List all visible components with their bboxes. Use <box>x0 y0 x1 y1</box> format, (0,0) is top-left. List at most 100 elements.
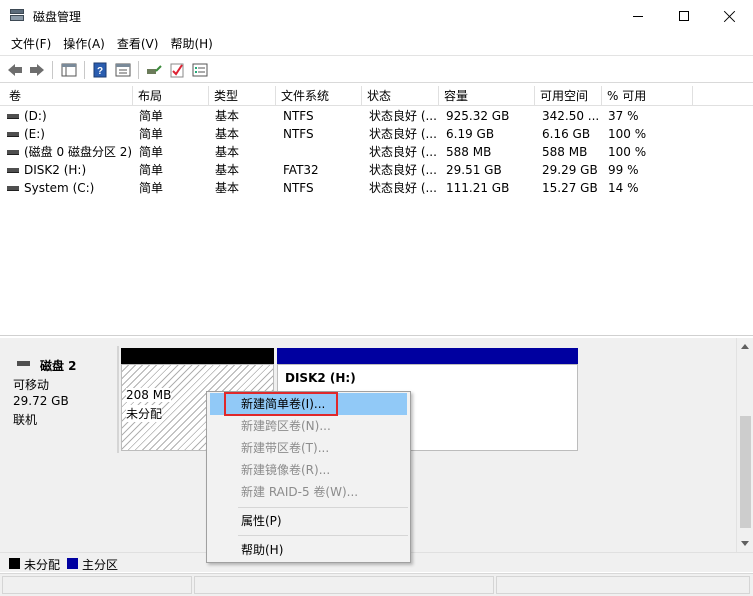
column-header-free[interactable]: 可用空间 <box>535 86 602 106</box>
table-row[interactable]: DISK2 (H:) 简单 基本 FAT32 状态良好 (... 29.51 G… <box>0 161 753 179</box>
back-icon[interactable] <box>6 61 24 79</box>
menu-help[interactable]: 帮助(H) <box>164 32 218 54</box>
cell-status: 状态良好 (... <box>369 109 437 123</box>
cell-percent-free: 37 % <box>608 109 639 123</box>
cell-layout: 简单 <box>139 145 164 159</box>
vertical-scrollbar[interactable] <box>736 338 753 552</box>
disk-kind: 可移动 <box>13 378 50 392</box>
menu-item-help[interactable]: 帮助(H) <box>210 539 407 561</box>
status-bar <box>0 573 753 596</box>
cell-filesystem: NTFS <box>283 181 314 195</box>
legend-label-primary: 主分区 <box>82 558 119 572</box>
column-header-capacity[interactable]: 容量 <box>439 86 535 106</box>
column-header-status[interactable]: 状态 <box>362 86 439 106</box>
cell-free: 29.29 GB <box>542 163 598 177</box>
disk-management-icon <box>10 9 24 21</box>
cell-filesystem: NTFS <box>283 127 314 141</box>
status-segment <box>496 576 750 594</box>
cell-percent-free: 100 % <box>608 127 647 141</box>
scroll-down-icon[interactable] <box>741 541 749 546</box>
disk-name: 磁盘 2 <box>40 359 77 373</box>
scroll-thumb[interactable] <box>740 416 751 528</box>
cell-volume: System (C:) <box>24 181 95 195</box>
close-icon <box>724 10 736 22</box>
table-row[interactable]: (E:) 简单 基本 NTFS 状态良好 (... 6.19 GB 6.16 G… <box>0 125 753 143</box>
connect-icon[interactable] <box>145 61 163 79</box>
cell-type: 基本 <box>215 145 240 159</box>
disk-info-panel[interactable]: 磁盘 2 可移动 29.72 GB 联机 <box>5 346 119 453</box>
toolbar-separator <box>84 61 85 79</box>
properties-icon[interactable] <box>114 61 132 79</box>
cell-free: 342.50 ... <box>542 109 600 123</box>
table-row[interactable]: System (C:) 简单 基本 NTFS 状态良好 (... 111.21 … <box>0 179 753 197</box>
minimize-button[interactable] <box>615 0 661 32</box>
cell-status: 状态良好 (... <box>369 181 437 195</box>
disk-size: 29.72 GB <box>13 394 69 408</box>
cell-filesystem: NTFS <box>283 109 314 123</box>
volume-icon <box>7 186 19 191</box>
volume-list: 卷 布局 类型 文件系统 状态 容量 可用空间 % 可用 (D:) 简单 基本 … <box>0 86 753 336</box>
toolbar: ? <box>0 55 753 83</box>
cell-capacity: 588 MB <box>446 145 492 159</box>
cell-capacity: 6.19 GB <box>446 127 495 141</box>
settings-list-icon[interactable] <box>191 61 209 79</box>
volume-list-header: 卷 布局 类型 文件系统 状态 容量 可用空间 % 可用 <box>0 86 753 106</box>
cell-type: 基本 <box>215 163 240 177</box>
table-row[interactable]: (磁盘 0 磁盘分区 2) 简单 基本 状态良好 (... 588 MB 588… <box>0 143 753 161</box>
partition-name: DISK2 (H:) <box>285 371 356 385</box>
minimize-icon <box>633 15 643 17</box>
cell-percent-free: 99 % <box>608 163 639 177</box>
menu-item-new-striped-volume[interactable]: 新建带区卷(T)... <box>210 437 407 459</box>
legend-swatch-unallocated <box>9 558 20 569</box>
menu-view[interactable]: 查看(V) <box>111 32 165 54</box>
cell-capacity: 111.21 GB <box>446 181 510 195</box>
window-title: 磁盘管理 <box>33 10 82 24</box>
svg-text:?: ? <box>97 66 103 77</box>
legend-label-unallocated: 未分配 <box>24 558 61 572</box>
focus-highlight-box <box>224 392 338 416</box>
cell-layout: 简单 <box>139 181 164 195</box>
menu-item-new-spanned-volume[interactable]: 新建跨区卷(N)... <box>210 415 407 437</box>
column-header-filesystem[interactable]: 文件系统 <box>276 86 362 106</box>
table-row[interactable]: (D:) 简单 基本 NTFS 状态良好 (... 925.32 GB 342.… <box>0 107 753 125</box>
cell-volume: (D:) <box>24 109 47 123</box>
removable-disk-icon <box>17 361 30 366</box>
cell-layout: 简单 <box>139 127 164 141</box>
legend-swatch-primary <box>67 558 78 569</box>
menu-action[interactable]: 操作(A) <box>57 32 111 54</box>
column-header-percent-free[interactable]: % 可用 <box>602 86 693 106</box>
cell-layout: 简单 <box>139 163 164 177</box>
check-icon[interactable] <box>168 61 186 79</box>
cell-filesystem: FAT32 <box>283 163 319 177</box>
scroll-up-icon[interactable] <box>741 344 749 349</box>
cell-percent-free: 14 % <box>608 181 639 195</box>
cell-free: 15.27 GB <box>542 181 598 195</box>
volume-icon <box>7 168 19 173</box>
menu-item-properties[interactable]: 属性(P) <box>210 510 407 532</box>
cell-type: 基本 <box>215 181 240 195</box>
column-header-layout[interactable]: 布局 <box>133 86 209 106</box>
context-menu: 新建简单卷(I)... 新建跨区卷(N)... 新建带区卷(T)... 新建镜像… <box>206 391 411 563</box>
menu-item-new-mirrored-volume[interactable]: 新建镜像卷(R)... <box>210 459 407 481</box>
cell-layout: 简单 <box>139 109 164 123</box>
forward-icon[interactable] <box>28 61 46 79</box>
console-view-icon[interactable] <box>60 61 78 79</box>
menu-separator <box>238 535 408 536</box>
cell-capacity: 29.51 GB <box>446 163 502 177</box>
unallocated-size: 208 MB <box>126 388 172 402</box>
column-header-type[interactable]: 类型 <box>209 86 276 106</box>
maximize-button[interactable] <box>661 0 707 32</box>
column-header-volume[interactable]: 卷 <box>4 86 133 106</box>
close-button[interactable] <box>707 0 753 32</box>
menu-separator <box>238 507 408 508</box>
menu-file[interactable]: 文件(F) <box>5 32 57 54</box>
menu-bar: 文件(F) 操作(A) 查看(V) 帮助(H) <box>0 32 753 54</box>
cell-volume: (E:) <box>24 127 45 141</box>
help-book-icon[interactable]: ? <box>91 61 109 79</box>
toolbar-separator <box>138 61 139 79</box>
primary-partition-header[interactable] <box>277 348 578 364</box>
cell-capacity: 925.32 GB <box>446 109 510 123</box>
cell-type: 基本 <box>215 109 240 123</box>
menu-item-new-raid5-volume[interactable]: 新建 RAID-5 卷(W)... <box>210 481 407 503</box>
unallocated-partition-header[interactable] <box>121 348 274 364</box>
